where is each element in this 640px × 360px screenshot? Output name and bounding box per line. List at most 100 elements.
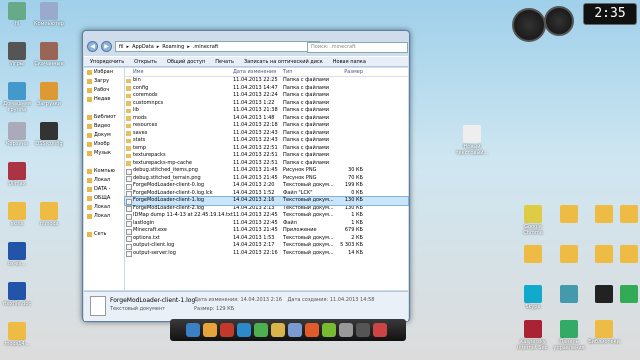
nav-item[interactable]: Библиот [84,113,124,122]
desktop-icon[interactable]: DSS/config [32,122,66,147]
toolbar-button[interactable]: Печать [215,59,234,65]
taskbar-app-icon[interactable] [305,323,319,337]
file-row[interactable]: debug.stitched_items.png 11.04.2013 21:45… [125,167,408,175]
toolbar-button[interactable]: Новая папка [333,59,366,65]
toolbar-button[interactable]: Открыть [134,59,157,65]
nav-item[interactable]: Компью [84,167,124,176]
taskbar-app-icon[interactable] [322,323,336,337]
desktop-icon[interactable]: mmods [32,202,66,227]
taskbar-app-icon[interactable] [220,323,234,337]
toolbar-button[interactable]: Записать на оптический диск [244,59,323,65]
taskbar-app-icon[interactable] [288,323,302,337]
search-input[interactable]: Поиск: .minecraft [307,42,408,53]
file-row[interactable]: ForgeModLoader-client-0.log.lck 14.04.201… [125,190,408,197]
file-row[interactable]: coremods 11.04.2013 22:24 Папка с файлами [125,92,408,100]
file-row[interactable]: stats 11.04.2013 22:43 Папка с файлами [125,137,408,145]
file-row[interactable]: output-client.log 14.04.2013 2:17 Текстовы… [125,242,408,250]
desktop-icon[interactable]: Панель управления [552,320,586,351]
file-row[interactable]: mods 14.04.2013 1:48 Папка с файлами [125,115,408,123]
file-row[interactable]: temp 11.04.2013 22:51 Папка с файлами [125,145,408,153]
forward-icon[interactable]: ▶ [101,41,112,52]
desktop-icon[interactable]: Kaspersky Internet Sec. [516,320,550,351]
breadcrumb-item[interactable]: fil [119,44,124,50]
nav-item[interactable]: Загру [84,77,124,86]
file-row[interactable]: resources 11.04.2013 22:18 Папка с файлами [125,122,408,130]
desktop-icon[interactable] [612,245,640,264]
taskbar-app-icon[interactable] [186,323,200,337]
nav-item[interactable]: Избран [84,68,124,77]
header-date[interactable]: Дата изменения [233,68,283,76]
nav-item[interactable]: Музык [84,149,124,158]
nav-item[interactable]: Недав [84,95,124,104]
taskbar-app-icon[interactable] [254,323,268,337]
nav-item[interactable]: Рабоч [84,86,124,95]
desktop-icon[interactable]: rtexfile.doc [0,282,34,307]
taskbar-app-icon[interactable] [237,323,251,337]
file-date: 11.04.2013 21:45 [233,227,278,233]
header-size[interactable]: Размер [333,68,367,76]
taskbar-app-icon[interactable] [339,323,353,337]
desktop-icon[interactable]: Скачанные [32,42,66,67]
explorer-window[interactable]: ◀ ▶ fil ▸ AppData ▸ Roaming ▸ .minecraft Поиск… [82,30,410,322]
back-icon[interactable]: ◀ [87,41,98,52]
breadcrumb-item[interactable]: Roaming [162,44,184,50]
nav-item[interactable]: Видео [84,122,124,131]
desktop-icon[interactable] [612,285,640,304]
desktop-icon[interactable]: os-ex... [0,242,34,267]
desktop-icon-image [8,122,26,140]
desktop-icon[interactable]: Библиотеки [587,320,621,345]
desktop-icon[interactable]: Skype [516,285,550,310]
breadcrumb-item[interactable]: AppData [132,44,154,50]
nav-item[interactable]: ОБЩА [84,194,124,203]
nav-item[interactable]: Изобр [84,140,124,149]
file-row[interactable]: ForgeModLoader-client-0.log 14.04.2013 2:… [125,182,408,190]
file-row[interactable]: lib 11.04.2013 21:38 Папка с файлами [125,107,408,115]
taskbar-app-icon[interactable] [203,323,217,337]
toolbar-button[interactable]: Упорядочить [90,59,124,65]
desktop-icon[interactable]: Google Chrome [516,205,550,236]
desktop-icon[interactable]: mods14... [0,322,34,347]
file-row[interactable]: lastlogin 11.04.2013 22:45 Файл 1 КБ [125,220,408,227]
desktop-icon[interactable]: fil [0,2,34,27]
desktop-icon[interactable]: Загрузки [32,82,66,107]
file-row[interactable]: saves 11.04.2013 22:43 Папка с файлами [125,130,408,138]
file-row[interactable]: output-server.log 11.04.2013 22:16 Текстов… [125,250,408,257]
desktop-icon[interactable]: Новый текстовый... [455,125,489,156]
nav-item[interactable]: Сеть [84,230,124,239]
file-row[interactable]: Minecraft.exe 11.04.2013 21:45 Приложение 6… [125,227,408,235]
desktop-icon[interactable] [612,205,640,224]
file-row[interactable]: options.txt 14.04.2013 1:53 Текстовый доку… [125,235,408,242]
desktop-icon[interactable]: skins [0,202,34,227]
breadcrumb-item[interactable]: .minecraft [193,44,219,50]
file-row[interactable]: customnpcs 11.04.2013 1:22 Папка с файлами [125,100,408,108]
toolbar-button[interactable]: Общий доступ [167,59,205,65]
nav-item[interactable]: Локал [84,203,124,212]
desktop-icon[interactable] [552,205,586,224]
address-bar[interactable]: fil ▸ AppData ▸ Roaming ▸ .minecraft [115,41,320,52]
header-name[interactable]: Имя [125,68,233,76]
file-row[interactable]: ForgeModLoader-client-2.log 14.04.2013 2:… [125,205,408,212]
desktop-icon[interactable] [552,285,586,304]
file-row[interactable]: config 11.04.2013 14:47 Папка с файлами [125,85,408,93]
desktop-icon[interactable]: Корзина [0,122,34,147]
nav-item[interactable]: DATA - [84,185,124,194]
desktop-icon[interactable]: Домашняя группа [0,82,34,113]
nav-item[interactable]: Локал [84,176,124,185]
taskbar-app-icon[interactable] [356,323,370,337]
desktop-icon[interactable]: Игры [0,42,34,67]
desktop-icon[interactable] [552,245,586,264]
desktop-icon[interactable]: Ulimax [0,162,34,187]
desktop-icon[interactable]: Компьютер [32,2,66,27]
file-row[interactable]: IDMap dump 11-4-13 at 22.45.19.14.txt 11.… [125,212,408,220]
file-row[interactable]: ForgeModLoader-client-1.log 14.04.2013 2:… [124,196,409,206]
nav-item[interactable]: Локал [84,212,124,221]
header-type[interactable]: Тип [283,68,333,76]
file-row[interactable]: bin 11.04.2013 22:25 Папка с файлами [125,77,408,85]
desktop-icon[interactable] [516,245,550,264]
nav-item[interactable]: Докум [84,131,124,140]
taskbar-app-icon[interactable] [271,323,285,337]
file-row[interactable]: debug.stitched_terrain.png 11.04.2013 21:… [125,175,408,182]
taskbar-app-icon[interactable] [373,323,387,337]
file-row[interactable]: texturepacks 11.04.2013 22:51 Папка с файл… [125,152,408,160]
file-row[interactable]: texturepacks-mp-cache 11.04.2013 22:51 Пап… [125,160,408,168]
